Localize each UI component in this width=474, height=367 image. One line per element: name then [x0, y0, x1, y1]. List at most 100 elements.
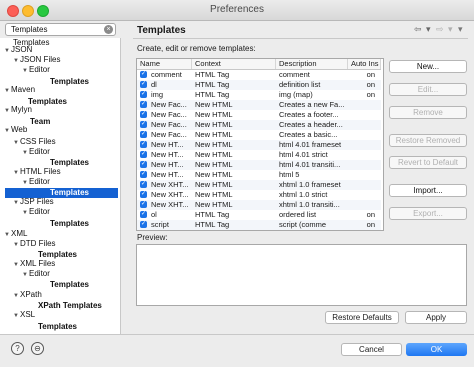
- table-row[interactable]: ✓ New HT... New HTML html 4.01 frameset: [137, 140, 381, 150]
- clear-search-icon[interactable]: ×: [104, 25, 113, 34]
- table-row[interactable]: ✓ New XHT... New HTML xhtml 1.0 strict: [137, 190, 381, 200]
- help-icon[interactable]: ?: [11, 342, 24, 355]
- expand-triangle-icon[interactable]: ▼: [22, 208, 29, 218]
- tree-item-team[interactable]: Team: [30, 117, 50, 127]
- tree-item-xml[interactable]: ▼XML: [4, 229, 27, 239]
- column-header-context[interactable]: Context: [192, 59, 276, 69]
- tree-item-mylyn[interactable]: ▼Mylyn: [4, 105, 32, 115]
- tree-item-jsp-templates[interactable]: Templates: [50, 219, 89, 229]
- expand-triangle-icon[interactable]: ▼: [13, 198, 20, 208]
- tree-item-html-editor[interactable]: ▼Editor: [22, 177, 50, 187]
- enabled-checkbox[interactable]: ✓: [140, 121, 147, 128]
- tree-item-jsp-files[interactable]: ▼JSP Files: [13, 197, 54, 207]
- edit-button[interactable]: Edit...: [389, 83, 467, 96]
- back-dropdown-icon[interactable]: ▾: [426, 24, 431, 36]
- column-header-description[interactable]: Description: [276, 59, 348, 69]
- enabled-checkbox[interactable]: ✓: [140, 201, 147, 208]
- tree-item-json-files[interactable]: ▼JSON Files: [13, 55, 60, 65]
- tree-item-xpath-templates[interactable]: XPath Templates: [38, 301, 102, 311]
- table-row[interactable]: ✓ dl HTML Tag definition list on: [137, 80, 381, 90]
- tree-item-json-templates[interactable]: Templates: [50, 77, 89, 87]
- expand-triangle-icon[interactable]: ▼: [13, 291, 20, 301]
- table-row[interactable]: ✓ New HT... New HTML html 4.01 strict: [137, 150, 381, 160]
- expand-triangle-icon[interactable]: ▼: [22, 66, 29, 76]
- tree-item-xml-files[interactable]: ▼XML Files: [13, 259, 55, 269]
- enabled-checkbox[interactable]: ✓: [140, 81, 147, 88]
- expand-triangle-icon[interactable]: ▼: [4, 126, 11, 136]
- restore-removed-button[interactable]: Restore Removed: [389, 134, 467, 147]
- tree-item-html-templates[interactable]: Templates: [50, 188, 89, 198]
- table-row[interactable]: ✓ New Fac... New HTML Creates a new Fa...: [137, 100, 381, 110]
- enabled-checkbox[interactable]: ✓: [140, 211, 147, 218]
- column-header-name[interactable]: Name: [137, 59, 192, 69]
- enabled-checkbox[interactable]: ✓: [140, 151, 147, 158]
- tree-item-xpath[interactable]: ▼XPath: [13, 290, 42, 300]
- import-export-icon[interactable]: ⊖: [31, 342, 44, 355]
- enabled-checkbox[interactable]: ✓: [140, 111, 147, 118]
- tree-item-maven[interactable]: ▼Maven: [4, 85, 35, 95]
- expand-triangle-icon[interactable]: ▼: [13, 56, 20, 66]
- table-row[interactable]: ✓ img HTML Tag img (map) on: [137, 90, 381, 100]
- restore-defaults-button[interactable]: Restore Defaults: [325, 311, 399, 324]
- view-menu-icon[interactable]: ▾: [458, 24, 463, 36]
- apply-button[interactable]: Apply: [405, 311, 467, 324]
- expand-triangle-icon[interactable]: ▼: [4, 86, 11, 96]
- enabled-checkbox[interactable]: ✓: [140, 101, 147, 108]
- enabled-checkbox[interactable]: ✓: [140, 91, 147, 98]
- table-row[interactable]: ✓ New HT... New HTML html 5: [137, 170, 381, 180]
- expand-triangle-icon[interactable]: ▼: [22, 178, 29, 188]
- expand-triangle-icon[interactable]: ▼: [13, 138, 20, 148]
- tree-item-json-editor[interactable]: ▼Editor: [22, 65, 50, 75]
- tree-item-xml-editor[interactable]: ▼Editor: [22, 269, 50, 279]
- filter-search-field[interactable]: ×: [5, 23, 116, 36]
- tree-item-json[interactable]: ▼JSON: [4, 45, 32, 55]
- enabled-checkbox[interactable]: ✓: [140, 171, 147, 178]
- enabled-checkbox[interactable]: ✓: [140, 161, 147, 168]
- tree-item-xsl[interactable]: ▼XSL: [13, 310, 35, 320]
- column-header-auto-insert[interactable]: Auto Ins: [348, 59, 381, 69]
- enabled-checkbox[interactable]: ✓: [140, 131, 147, 138]
- cancel-button[interactable]: Cancel: [341, 343, 402, 356]
- back-icon[interactable]: ⇦: [414, 24, 422, 36]
- enabled-checkbox[interactable]: ✓: [140, 71, 147, 78]
- table-row[interactable]: ✓ New XHT... New HTML xhtml 1.0 transiti...: [137, 200, 381, 210]
- preview-area[interactable]: [136, 244, 467, 306]
- expand-triangle-icon[interactable]: ▼: [4, 46, 11, 56]
- tree-item-xsl-templates[interactable]: Templates: [38, 322, 77, 332]
- tree-item-xml-templates[interactable]: Templates: [50, 280, 89, 290]
- tree-item-css-files[interactable]: ▼CSS Files: [13, 137, 56, 147]
- enabled-checkbox[interactable]: ✓: [140, 221, 147, 228]
- tree-item-maven-templates[interactable]: Templates: [28, 97, 67, 107]
- expand-triangle-icon[interactable]: ▼: [13, 168, 20, 178]
- forward-dropdown-icon[interactable]: ▾: [448, 24, 453, 36]
- forward-icon[interactable]: ⇨: [436, 24, 444, 36]
- tree-item-css-editor[interactable]: ▼Editor: [22, 147, 50, 157]
- expand-triangle-icon[interactable]: ▼: [13, 260, 20, 270]
- tree-item-dtd-files[interactable]: ▼DTD Files: [13, 239, 56, 249]
- expand-triangle-icon[interactable]: ▼: [13, 240, 20, 250]
- new-button[interactable]: New...: [389, 60, 467, 73]
- table-row[interactable]: ✓ New HT... New HTML html 4.01 transiti...: [137, 160, 381, 170]
- enabled-checkbox[interactable]: ✓: [140, 191, 147, 198]
- enabled-checkbox[interactable]: ✓: [140, 181, 147, 188]
- expand-triangle-icon[interactable]: ▼: [22, 148, 29, 158]
- table-row[interactable]: ✓ ol HTML Tag ordered list on: [137, 210, 381, 220]
- table-row[interactable]: ✓ New XHT... New HTML xhtml 1.0 frameset: [137, 180, 381, 190]
- table-row[interactable]: ✓ script HTML Tag script (comme on: [137, 220, 381, 230]
- revert-to-default-button[interactable]: Revert to Default: [389, 156, 467, 169]
- tree-item-html-files[interactable]: ▼HTML Files: [13, 167, 61, 177]
- table-row[interactable]: ✓ New Fac... New HTML Creates a basic...: [137, 130, 381, 140]
- remove-button[interactable]: Remove: [389, 106, 467, 119]
- expand-triangle-icon[interactable]: ▼: [4, 106, 11, 116]
- expand-triangle-icon[interactable]: ▼: [22, 270, 29, 280]
- table-row[interactable]: ✓ New Fac... New HTML Creates a header...: [137, 120, 381, 130]
- table-row[interactable]: ✓ New Fac... New HTML Creates a footer...: [137, 110, 381, 120]
- import-button[interactable]: Import...: [389, 184, 467, 197]
- export-button[interactable]: Export...: [389, 207, 467, 220]
- ok-button[interactable]: OK: [406, 343, 467, 356]
- filter-input[interactable]: [6, 24, 103, 35]
- tree-item-jsp-editor[interactable]: ▼Editor: [22, 207, 50, 217]
- expand-triangle-icon[interactable]: ▼: [4, 230, 11, 240]
- enabled-checkbox[interactable]: ✓: [140, 141, 147, 148]
- table-row[interactable]: ✓ comment HTML Tag comment on: [137, 70, 381, 80]
